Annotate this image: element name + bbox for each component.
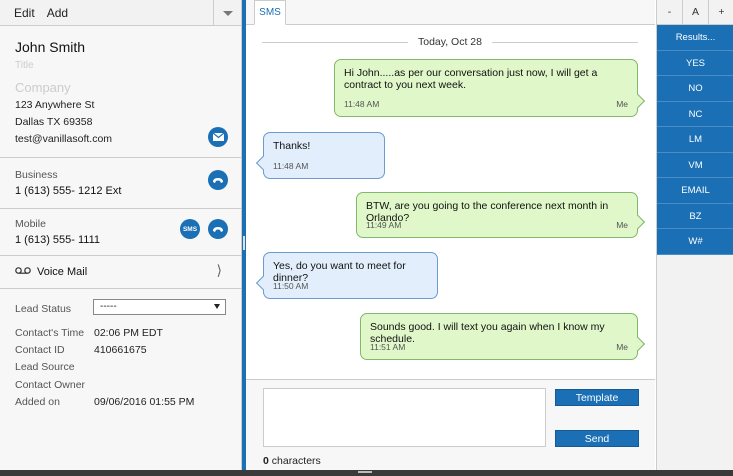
message-bubble-outgoing: BTW, are you going to the conference nex…: [356, 192, 646, 238]
sms-compose-area: Template Send 0 characters: [246, 379, 655, 470]
call-mobile-button[interactable]: [208, 219, 228, 239]
contact-info: John Smith Title Company 123 Anywhere St…: [0, 26, 242, 158]
result-wrong-number[interactable]: W#: [657, 229, 733, 255]
results-header[interactable]: Results...: [657, 25, 733, 51]
message-sender: Me: [616, 342, 628, 352]
bottom-splitter-grip-icon[interactable]: [358, 471, 372, 473]
added-on-label: Added on: [15, 396, 60, 408]
contacts-time-label: Contact's Time: [15, 327, 85, 339]
zoom-out-button[interactable]: -: [657, 0, 683, 24]
message-time: 11:48 AM: [344, 99, 380, 109]
result-yes[interactable]: YES: [657, 51, 733, 76]
date-header: Today, Oct 28: [407, 36, 492, 48]
dropdown-arrow-icon: [214, 304, 220, 309]
contact-name: John Smith: [15, 39, 86, 55]
message-bubble-incoming: Thanks! 11:48 AM: [255, 132, 385, 179]
splitter-grip-icon: [243, 236, 245, 250]
business-phone-section: Business 1 (613) 555- 1212 Ext: [0, 159, 242, 209]
contact-id-label: Contact ID: [15, 344, 65, 356]
contact-title-placeholder: Title: [15, 60, 34, 71]
template-button[interactable]: Template: [555, 389, 639, 406]
message-text: Hi John.....as per our conversation just…: [344, 67, 598, 91]
voicemail-label: Voice Mail: [37, 266, 88, 278]
message-text: Thanks!: [273, 140, 311, 152]
result-email[interactable]: EMAIL: [657, 178, 733, 204]
date-separator: Today, Oct 28: [262, 36, 638, 48]
contact-email: test@vanillasoft.com: [15, 133, 113, 145]
edit-button[interactable]: Edit: [14, 6, 35, 20]
lead-status-value: -----: [100, 301, 117, 312]
sms-message-input[interactable]: [263, 388, 546, 447]
phone-icon: [213, 177, 223, 183]
character-count: 0 characters: [263, 455, 321, 467]
message-bubble-incoming: Yes, do you want to meet for dinner? 11:…: [255, 252, 438, 299]
result-bz[interactable]: BZ: [657, 204, 733, 229]
contact-company-placeholder: Company: [15, 80, 71, 95]
contact-city-line: Dallas TX 69358: [15, 116, 93, 128]
message-time: 11:51 AM: [370, 342, 406, 352]
message-bubble-outgoing: Sounds good. I will text you again when …: [360, 313, 646, 360]
mobile-phone-number: 1 (613) 555- 1111: [15, 234, 101, 246]
lead-source-label: Lead Source: [15, 361, 75, 373]
lead-status-label: Lead Status: [15, 303, 72, 315]
added-on-value: 09/06/2016 01:55 PM: [94, 396, 195, 408]
result-nc[interactable]: NC: [657, 102, 733, 127]
zoom-in-button[interactable]: +: [709, 0, 733, 24]
message-time: 11:48 AM: [273, 161, 309, 171]
bubble-tail: [630, 93, 646, 109]
sms-button[interactable]: SMS: [180, 219, 200, 239]
contacts-time-value: 02:06 PM EDT: [94, 327, 163, 339]
add-button[interactable]: Add: [47, 6, 68, 20]
font-size-button[interactable]: A: [683, 0, 709, 24]
contact-panel: Edit Add John Smith Title Company 123 An…: [0, 0, 242, 470]
voicemail-row[interactable]: Voice Mail ⟩: [0, 256, 242, 289]
chevron-down-icon: [222, 10, 233, 16]
sms-panel: SMS Today, Oct 28 Hi John.....as per our…: [246, 0, 655, 470]
contact-address: 123 Anywhere St: [15, 99, 95, 111]
result-vm[interactable]: VM: [657, 153, 733, 178]
phone-icon: [213, 226, 223, 232]
contact-owner-label: Contact Owner: [15, 379, 86, 391]
results-panel: - A + Results... YES NO NC LM VM EMAIL B…: [656, 0, 733, 470]
sms-tabbar: SMS: [246, 0, 655, 25]
result-no[interactable]: NO: [657, 76, 733, 102]
font-zoom-bar: - A +: [657, 0, 733, 25]
bubble-tail: [630, 214, 646, 230]
bubble-tail: [255, 275, 271, 291]
mobile-phone-label: Mobile: [15, 218, 46, 230]
chevron-right-icon: ⟩: [216, 262, 222, 278]
email-button[interactable]: [208, 127, 228, 147]
lead-status-select[interactable]: -----: [93, 299, 226, 315]
message-sender: Me: [616, 220, 628, 230]
message-text: Sounds good. I will text you again when …: [370, 321, 605, 345]
bubble-tail: [630, 336, 646, 352]
toolbar-dropdown-button[interactable]: [213, 0, 241, 26]
business-phone-label: Business: [15, 169, 58, 181]
contact-id-value: 410661675: [94, 344, 147, 356]
message-time: 11:50 AM: [273, 281, 309, 291]
send-button[interactable]: Send: [555, 430, 639, 447]
mobile-phone-section: Mobile 1 (613) 555- 1111 SMS: [0, 209, 242, 256]
results-list: Results... YES NO NC LM VM EMAIL BZ W#: [657, 25, 733, 255]
character-count-suffix: characters: [268, 455, 321, 467]
business-phone-number: 1 (613) 555- 1212 Ext: [15, 185, 122, 197]
message-bubble-outgoing: Hi John.....as per our conversation just…: [334, 59, 646, 117]
call-business-button[interactable]: [208, 170, 228, 190]
message-sender: Me: [616, 99, 628, 109]
voicemail-icon: [15, 267, 31, 274]
message-text: BTW, are you going to the conference nex…: [366, 200, 609, 224]
message-time: 11:49 AM: [366, 220, 402, 230]
bubble-tail: [255, 155, 271, 171]
contact-toolbar: Edit Add: [0, 0, 241, 26]
result-lm[interactable]: LM: [657, 127, 733, 153]
envelope-icon: [212, 133, 224, 141]
tab-sms[interactable]: SMS: [254, 0, 286, 25]
